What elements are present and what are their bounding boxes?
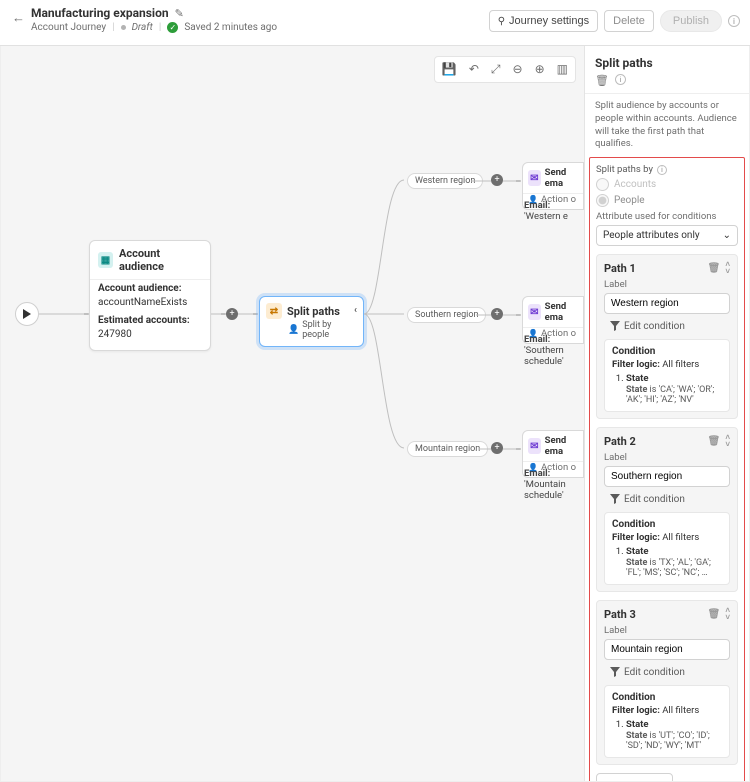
delete-button[interactable]: Delete xyxy=(604,10,654,32)
radio-people[interactable]: People xyxy=(596,194,738,207)
edit-condition-button[interactable]: Edit condition xyxy=(610,320,730,333)
add-node-plus[interactable]: + xyxy=(226,308,238,320)
chevron-left-icon: ‹ xyxy=(354,305,357,316)
node-split-paths[interactable]: ⇄Split paths 👤Split by people ‹ xyxy=(259,296,364,347)
path-label-input[interactable] xyxy=(604,466,730,487)
move-down-icon[interactable]: ˅ xyxy=(725,614,730,621)
attribute-select[interactable]: People attributes only ⌄ xyxy=(596,225,738,246)
add-node-plus[interactable]: + xyxy=(491,442,503,454)
condition-summary: ConditionFilter logic: All filtersStateS… xyxy=(604,685,730,758)
delete-path-icon[interactable]: 🗑 xyxy=(705,609,724,620)
edit-title-icon[interactable]: ✎ xyxy=(175,7,184,20)
add-path-button[interactable]: ＋ Add path xyxy=(596,773,673,781)
path-card-3: Path 3🗑˄˅LabelEdit conditionConditionFil… xyxy=(596,600,738,765)
info-icon[interactable]: i xyxy=(657,165,667,175)
delete-node-icon[interactable]: 🗑 xyxy=(595,74,609,87)
canvas-toolbar: 💾 ↶ ⤢ ⊖ ⊕ ▥ xyxy=(434,56,576,83)
funnel-icon xyxy=(610,494,620,507)
plus-icon: ＋ xyxy=(605,778,616,781)
journey-canvas: 💾 ↶ ⤢ ⊖ ⊕ ▥ ▦Account audience Account au… xyxy=(1,46,584,781)
edit-condition-button[interactable]: Edit condition xyxy=(610,666,730,679)
panel-description: Split audience by accounts or people wit… xyxy=(585,94,749,157)
path-pill-mountain: Mountain region xyxy=(407,441,488,457)
undo-icon[interactable]: ↶ xyxy=(466,60,482,79)
save-icon[interactable]: 💾 xyxy=(439,60,460,79)
path-name: Path 2 xyxy=(604,435,636,448)
back-button[interactable]: ← xyxy=(10,6,31,26)
split-config-section: Split paths by i Accounts People Attribu… xyxy=(589,157,745,781)
start-node[interactable] xyxy=(15,302,39,326)
path-card-2: Path 2🗑˄˅LabelEdit conditionConditionFil… xyxy=(596,427,738,592)
zoom-in-icon[interactable]: ⊕ xyxy=(532,60,548,79)
info-icon[interactable]: i xyxy=(615,74,626,85)
path-card-1: Path 1🗑˄˅LabelEdit conditionConditionFil… xyxy=(596,254,738,419)
person-icon: 👤 xyxy=(288,325,299,335)
node-account-audience[interactable]: ▦Account audience Account audience: acco… xyxy=(89,240,211,351)
add-node-plus[interactable]: + xyxy=(491,174,503,186)
info-icon[interactable]: i xyxy=(728,15,740,27)
funnel-icon xyxy=(610,667,620,680)
path-name: Path 3 xyxy=(604,608,636,621)
path-label-input[interactable] xyxy=(604,293,730,314)
email-icon: ✉ xyxy=(528,438,541,454)
delete-path-icon[interactable]: 🗑 xyxy=(705,263,724,274)
map-icon[interactable]: ▥ xyxy=(554,60,571,79)
zoom-out-icon[interactable]: ⊖ xyxy=(510,60,526,79)
email-icon: ✉ xyxy=(528,304,541,320)
status-label: Draft xyxy=(132,22,153,33)
split-icon: ⇄ xyxy=(266,303,282,319)
publish-button: Publish xyxy=(660,10,722,32)
add-node-plus[interactable]: + xyxy=(491,308,503,320)
saved-check-icon: ✓ xyxy=(167,22,178,33)
breadcrumb: Account Journey xyxy=(31,22,106,33)
condition-summary: ConditionFilter logic: All filtersStateS… xyxy=(604,512,730,585)
edit-condition-button[interactable]: Edit condition xyxy=(610,493,730,506)
radio-accounts[interactable]: Accounts xyxy=(596,178,738,191)
funnel-icon xyxy=(610,321,620,334)
page-title: Manufacturing expansion xyxy=(31,6,169,20)
chevron-down-icon: ⌄ xyxy=(723,230,731,241)
path-name: Path 1 xyxy=(604,262,636,275)
link-icon: ⚲ xyxy=(498,16,505,27)
email-icon: ✉ xyxy=(528,170,541,186)
delete-path-icon[interactable]: 🗑 xyxy=(705,436,724,447)
properties-panel: Split paths 🗑 i Split audience by accoun… xyxy=(584,46,749,781)
journey-settings-button[interactable]: ⚲ Journey settings xyxy=(489,10,598,32)
condition-summary: ConditionFilter logic: All filtersStateS… xyxy=(604,339,730,412)
fit-icon[interactable]: ⤢ xyxy=(488,60,504,79)
audience-icon: ▦ xyxy=(98,252,113,268)
saved-label: Saved 2 minutes ago xyxy=(184,22,277,33)
move-down-icon[interactable]: ˅ xyxy=(725,268,730,275)
status-dot xyxy=(121,25,126,30)
move-down-icon[interactable]: ˅ xyxy=(725,441,730,448)
path-pill-southern: Southern region xyxy=(407,307,486,323)
path-label-input[interactable] xyxy=(604,639,730,660)
panel-title: Split paths xyxy=(595,56,739,70)
